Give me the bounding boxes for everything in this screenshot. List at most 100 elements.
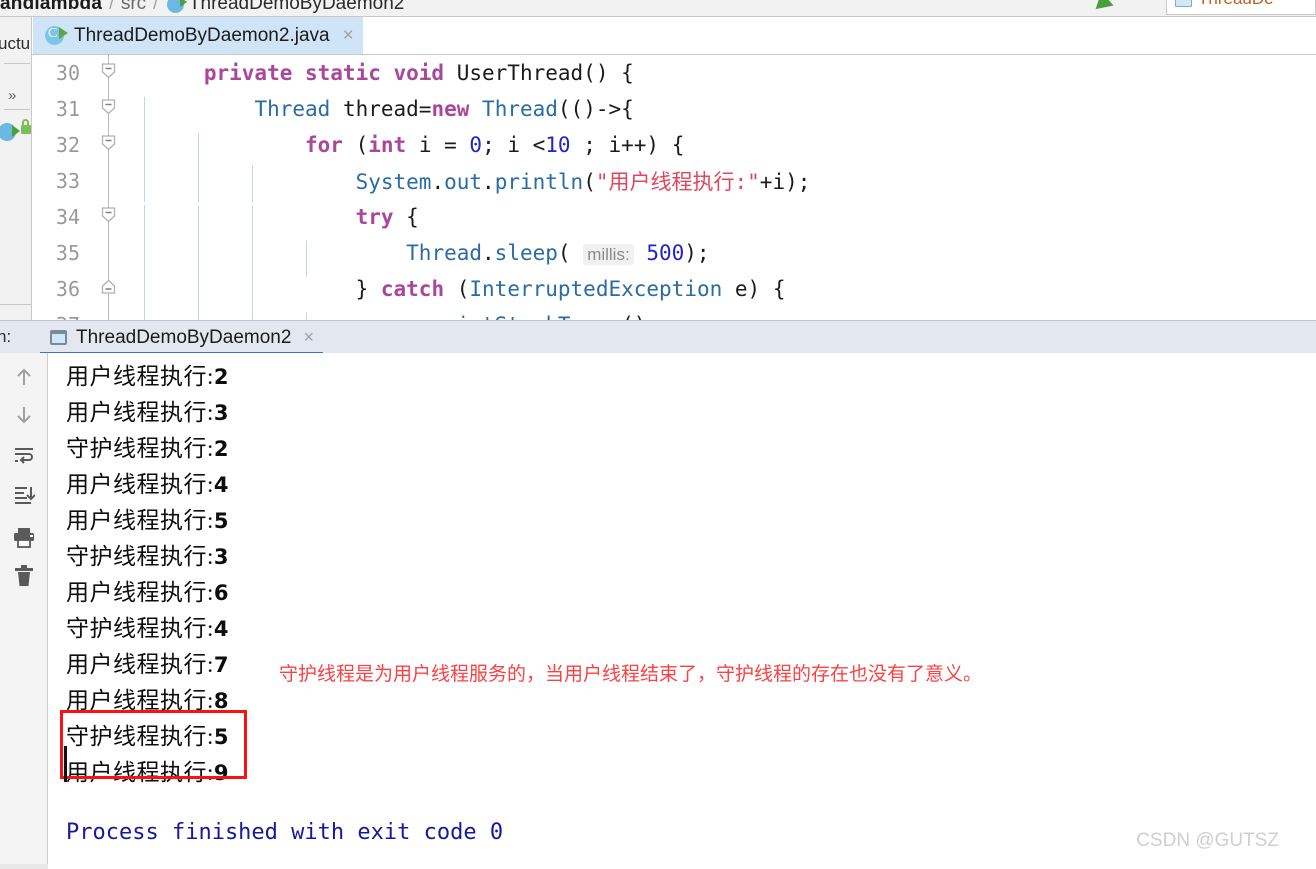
rail-divider [4, 63, 30, 64]
code-text[interactable]: } catch (InterruptedException e) { [128, 277, 1316, 313]
console-line-value: 2 [213, 437, 230, 461]
chevron-double-right-icon[interactable]: » [8, 87, 16, 104]
code-editor[interactable]: 30 private static void UserThread() {31 … [32, 55, 1316, 320]
indent-guide [198, 313, 199, 320]
indent-guide [252, 313, 253, 320]
fold-end-icon[interactable] [101, 279, 116, 295]
scroll-up-button[interactable] [10, 363, 38, 391]
breadcrumb-module[interactable]: andlambda [0, 0, 102, 15]
green-lock-icon[interactable] [21, 119, 31, 134]
run-tab-ThreadDemoByDaemon2[interactable]: ThreadDemoByDaemon2 × [40, 321, 324, 354]
code-token: new [431, 97, 470, 121]
code-token: (); [621, 313, 659, 320]
java-class-run-icon [166, 0, 187, 13]
close-icon[interactable]: × [303, 327, 314, 348]
code-token: Thread [254, 97, 331, 121]
code-text[interactable]: try { [128, 205, 1316, 241]
console-line-label: 用户线程执行: [66, 364, 214, 389]
code-line[interactable]: 37 e.printStackTrace(); [32, 307, 1316, 320]
top-right-group: ThreadDe [1076, 0, 1316, 17]
fold-gutter[interactable] [90, 55, 128, 91]
trash-icon [15, 565, 33, 586]
fold-gutter[interactable] [90, 127, 128, 163]
console-line-value: 3 [213, 545, 230, 569]
breadcrumb[interactable]: andlambda / src / ThreadDemoByDaemon2 [0, 0, 404, 17]
console-output-line: 用户线程执行:5 [66, 501, 229, 535]
code-line[interactable]: 30 private static void UserThread() { [32, 55, 1316, 91]
console-line-value: 5 [213, 509, 230, 533]
editor-tab-ThreadDemoByDaemon2[interactable]: ThreadDemoByDaemon2.java × [33, 17, 363, 54]
code-token: ( [583, 170, 596, 194]
rail-divider [0, 304, 31, 305]
code-line[interactable]: 32 for (int i = 0; i <10 ; i++) { [32, 127, 1316, 169]
structure-tool-label[interactable]: uctu [0, 34, 30, 54]
run-configuration-icon[interactable] [0, 123, 20, 141]
code-token: 500 [646, 241, 685, 265]
code-token: InterruptedException [469, 277, 723, 301]
console-line-value: 3 [213, 401, 230, 425]
fold-gutter[interactable] [90, 235, 128, 271]
console-output-line: 守护线程执行:4 [66, 609, 229, 643]
close-icon[interactable]: × [343, 26, 354, 45]
console-output-line: 用户线程执行:4 [66, 465, 229, 499]
code-line[interactable]: 34 try { [32, 199, 1316, 241]
fold-gutter[interactable] [90, 199, 128, 235]
soft-wrap-button[interactable] [10, 441, 38, 469]
fold-collapse-icon[interactable] [101, 207, 116, 223]
code-line[interactable]: 31 Thread thread=new Thread(()->{ [32, 91, 1316, 133]
print-button[interactable] [10, 523, 38, 551]
fold-collapse-icon[interactable] [101, 135, 116, 151]
code-token: catch [380, 277, 445, 301]
scroll-to-end-button[interactable] [10, 481, 38, 509]
fold-gutter[interactable] [90, 307, 128, 320]
code-token: try [355, 205, 394, 229]
top-right-run-tab[interactable]: ThreadDe [1166, 0, 1316, 15]
console-scrollbar[interactable] [0, 864, 48, 869]
scroll-down-button[interactable] [10, 401, 38, 429]
code-line[interactable]: 36 } catch (InterruptedException e) { [32, 271, 1316, 313]
console-output[interactable]: 用户线程执行:2 用户线程执行:3 守护线程执行:2 用户线程执行:4 用户线程执行:5… [49, 353, 1316, 869]
code-text[interactable]: Thread thread=new Thread(()->{ [128, 97, 1316, 133]
console-panel: 用户线程执行:2 用户线程执行:3 守护线程执行:2 用户线程执行:4 用户线程执行:5… [0, 353, 1316, 869]
code-text[interactable]: for (int i = 0; i <10 ; i++) { [128, 133, 1316, 169]
breadcrumb-file[interactable]: ThreadDemoByDaemon2 [189, 0, 404, 15]
code-token: println [494, 170, 584, 194]
breadcrumb-folder[interactable]: src [121, 0, 146, 15]
code-text[interactable]: System.out.println("用户线程执行:"+i); [128, 166, 1316, 202]
clear-all-button[interactable] [10, 562, 38, 590]
code-text[interactable]: e.printStackTrace(); [128, 313, 1316, 320]
line-number: 33 [55, 169, 80, 193]
fold-collapse-icon[interactable] [101, 63, 116, 79]
printer-icon [14, 528, 34, 548]
watermark: CSDN @GUTSZ [1136, 830, 1279, 851]
code-token: UserThread [456, 61, 584, 85]
console-line-value: 4 [213, 617, 230, 641]
green-run-arrow-icon[interactable] [1095, 0, 1117, 15]
code-text[interactable]: private static void UserThread() { [128, 61, 1316, 85]
code-token: ( [557, 241, 584, 265]
fold-gutter[interactable] [90, 91, 128, 127]
console-output-line: 用户线程执行:7 [66, 645, 229, 679]
console-window-icon [50, 330, 67, 345]
console-window-icon [1175, 0, 1192, 7]
code-text[interactable]: Thread.sleep( millis: 500); [128, 241, 1316, 277]
console-line-label: 守护线程执行: [66, 436, 214, 461]
fold-collapse-icon[interactable] [101, 99, 116, 115]
console-line-label: 用户线程执行: [66, 472, 214, 497]
fold-gutter[interactable] [90, 163, 128, 199]
top-right-tab-label: ThreadDe [1198, 0, 1274, 9]
code-token: } [355, 277, 381, 301]
code-token: +i); [759, 170, 811, 194]
code-line[interactable]: 33 System.out.println("用户线程执行:"+i); [32, 163, 1316, 202]
fold-gutter[interactable] [90, 271, 128, 307]
code-token: thread= [330, 97, 432, 121]
code-token: ; i < [482, 133, 546, 157]
console-line-label: 用户线程执行: [66, 508, 214, 533]
breadcrumb-separator: / [153, 0, 158, 13]
code-token: (()->{ [557, 97, 634, 121]
code-token: { [393, 205, 419, 229]
code-line[interactable]: 35 Thread.sleep( millis: 500); [32, 235, 1316, 277]
code-token: . [482, 241, 495, 265]
